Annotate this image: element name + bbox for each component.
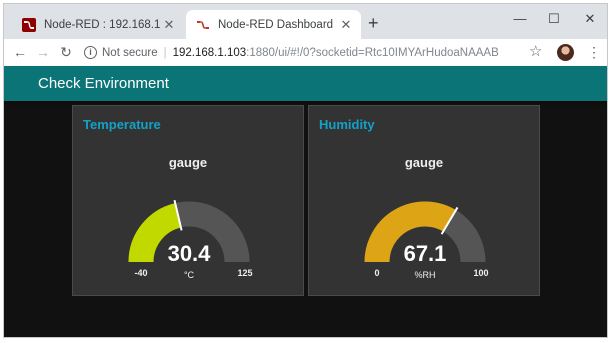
browser-toolbar: ← → ↻ i Not secure | 192.168.1.103 :1880… <box>4 39 607 66</box>
gauge-value: 30.4 <box>168 241 212 266</box>
close-tab-icon[interactable]: ✕ <box>337 17 355 33</box>
close-window-icon[interactable]: ✕ <box>570 8 607 30</box>
reload-icon[interactable]: ↻ <box>56 42 76 62</box>
url-host: 192.168.1.103 <box>172 46 247 59</box>
dashboard-page: Check Environment Temperature gauge 30.4… <box>4 66 607 337</box>
gauge-value: 67.1 <box>404 241 447 266</box>
dashboard-header: Check Environment <box>4 66 607 101</box>
gauge-max: 125 <box>237 268 252 278</box>
close-tab-icon[interactable]: ✕ <box>160 17 178 33</box>
dashboard-title: Check Environment <box>38 75 169 92</box>
url-path: :1880/ui/#!/0?socketid=Rtc10IMYArHudoaNA… <box>246 46 499 59</box>
bookmark-star-icon[interactable]: ☆ <box>529 42 542 62</box>
tab-title: Node-RED : 192.168.1.103 <box>44 18 160 31</box>
tab-node-red-dashboard[interactable]: Node-RED Dashboard ✕ <box>186 10 361 39</box>
new-tab-button[interactable]: + <box>368 14 379 32</box>
gauge-card: Humidity gauge 67.1 %RH 0 100 <box>308 105 540 296</box>
gauge-unit: %RH <box>414 270 435 280</box>
security-status: Not secure <box>102 46 158 59</box>
address-bar[interactable]: i Not secure | 192.168.1.103 :1880/ui/#!… <box>84 42 554 63</box>
gauge-card: Temperature gauge 30.4 °C -40 125 <box>72 105 304 296</box>
tab-node-red-editor[interactable]: Node-RED : 192.168.1.103 ✕ <box>12 10 184 39</box>
gauge-min: -40 <box>134 268 147 278</box>
divider: | <box>163 46 167 59</box>
info-icon[interactable]: i <box>84 46 97 59</box>
back-arrow-icon[interactable]: ← <box>10 42 30 62</box>
gauge-unit: °C <box>184 270 195 280</box>
gauge: 67.1 %RH 0 100 <box>364 201 489 280</box>
gauge-min: 0 <box>374 268 379 278</box>
browser-window: Node-RED : 192.168.1.103 ✕ Node-RED Dash… <box>3 3 608 338</box>
forward-arrow-icon[interactable]: → <box>33 42 53 62</box>
gauge: 30.4 °C -40 125 <box>128 199 253 280</box>
menu-kebab-icon[interactable]: ⋮ <box>587 42 601 62</box>
gauge-max: 100 <box>473 268 488 278</box>
tab-title: Node-RED Dashboard <box>218 18 334 31</box>
maximize-icon[interactable]: ☐ <box>534 8 574 30</box>
tab-strip: Node-RED : 192.168.1.103 ✕ Node-RED Dash… <box>4 4 607 39</box>
profile-avatar[interactable] <box>557 44 574 61</box>
node-red-dashboard-favicon-icon <box>196 18 210 32</box>
node-red-favicon-icon <box>22 17 36 32</box>
